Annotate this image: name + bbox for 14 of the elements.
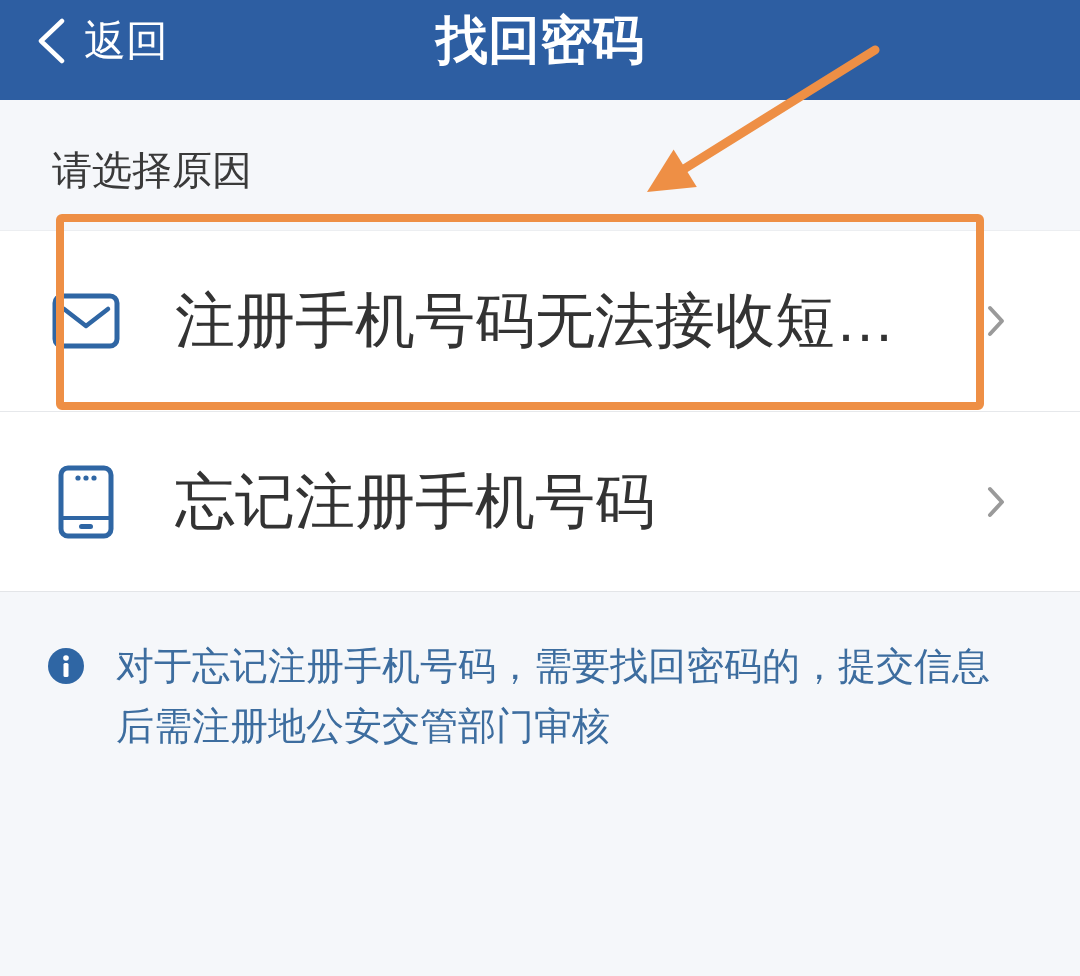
page-title: 找回密码 (436, 10, 644, 70)
envelope-icon (52, 293, 120, 349)
chevron-right-icon (986, 305, 1006, 337)
option-row[interactable]: 注册手机号码无法接收短… (0, 231, 1080, 411)
option-row[interactable]: 忘记注册手机号码 (0, 411, 1080, 591)
back-button[interactable]: 返回 (36, 16, 168, 66)
phone-icon (58, 464, 114, 539)
section-label: 请选择原因 (52, 147, 252, 194)
notice-text: 对于忘记注册手机号码，需要找回密码的，提交信息后需注册地公安交管部门审核 (116, 644, 991, 749)
option-label: 注册手机号码无法接收短… (175, 286, 896, 356)
chevron-left-icon (36, 18, 66, 64)
chevron-right-icon (986, 485, 1006, 518)
info-icon (48, 648, 84, 684)
option-label: 忘记注册手机号码 (175, 466, 656, 537)
